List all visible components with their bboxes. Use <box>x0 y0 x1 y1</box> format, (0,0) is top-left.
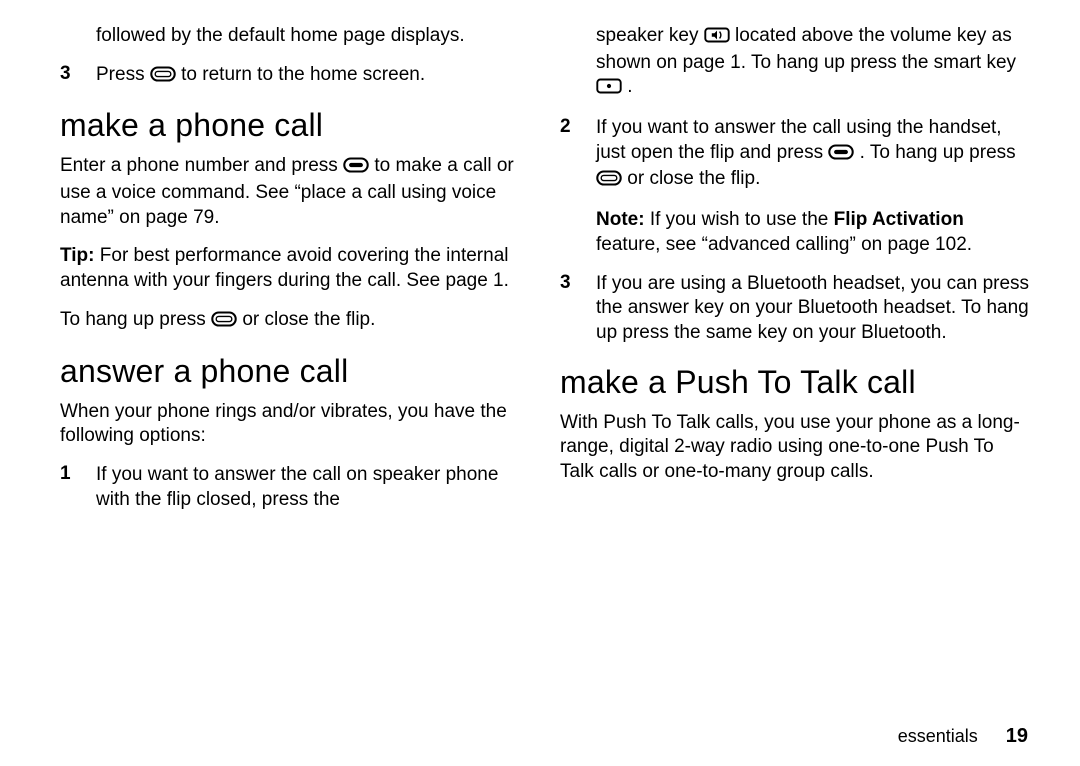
dot-key-icon <box>596 77 622 102</box>
list-item-3-bluetooth: 3 If you are using a Bluetooth headset, … <box>560 272 1032 346</box>
page-footer: essentials 19 <box>60 725 1032 748</box>
text-segment: Press <box>96 64 150 85</box>
list-number: 1 <box>60 463 96 485</box>
note-paragraph: Note: If you wish to use the Flip Activa… <box>596 208 1032 257</box>
list-body: If you are using a Bluetooth headset, yo… <box>596 272 1032 346</box>
text-segment: For best performance avoid covering the … <box>60 245 509 291</box>
text-segment: or close the flip. <box>627 168 760 189</box>
flip-activation-label: Flip Activation <box>834 209 964 230</box>
text-segment: feature, see “advanced calling” on page … <box>596 234 972 255</box>
text-segment: Enter a phone number and press <box>60 155 343 176</box>
list-body: If you want to answer the call using the… <box>596 116 1032 194</box>
pill-dash-key-icon <box>828 143 854 168</box>
text-segment: to return to the home screen. <box>181 64 425 85</box>
speaker-key-icon <box>704 26 730 51</box>
text-segment: or close the flip. <box>242 309 375 330</box>
list-item-1-speaker: 1 If you want to answer the call on spea… <box>60 463 532 512</box>
pill-key-icon <box>150 65 176 90</box>
footer-section-label: essentials <box>898 726 978 747</box>
text-segment: If you wish to use the <box>650 209 834 230</box>
heading-push-to-talk: make a Push To Talk call <box>560 364 1032 401</box>
list-body: If you want to answer the call on speake… <box>96 463 532 512</box>
pill-dash-key-icon <box>343 156 369 181</box>
make-call-paragraph: Enter a phone number and press to make a… <box>60 154 532 230</box>
tip-label: Tip: <box>60 245 94 266</box>
continuation-paragraph: speaker key located above the volume key… <box>596 24 1032 102</box>
left-column: followed by the default home page displa… <box>60 24 532 526</box>
text-segment: speaker key <box>596 25 704 46</box>
list-number: 3 <box>60 63 96 85</box>
footer-page-number: 19 <box>1006 725 1028 748</box>
list-number: 2 <box>560 116 596 138</box>
ptt-intro: With Push To Talk calls, you use your ph… <box>560 411 1032 485</box>
list-number: 3 <box>560 272 596 294</box>
text-segment: . <box>627 76 632 97</box>
list-body: Press to return to the home screen. <box>96 63 532 90</box>
tip-paragraph: Tip: For best performance avoid covering… <box>60 244 532 293</box>
two-column-layout: followed by the default home page displa… <box>60 24 1032 526</box>
pill-key-icon <box>211 310 237 335</box>
hang-up-paragraph: To hang up press or close the flip. <box>60 308 532 335</box>
right-column: speaker key located above the volume key… <box>560 24 1032 526</box>
text-segment: To hang up press <box>60 309 211 330</box>
list-item-2-handset: 2 If you want to answer the call using t… <box>560 116 1032 194</box>
continuation-paragraph: followed by the default home page displa… <box>96 24 532 49</box>
list-item-3-home: 3 Press to return to the home screen. <box>60 63 532 90</box>
heading-make-call: make a phone call <box>60 107 532 144</box>
text-segment: . To hang up press <box>860 142 1016 163</box>
answer-intro: When your phone rings and/or vibrates, y… <box>60 400 532 449</box>
heading-answer-call: answer a phone call <box>60 353 532 390</box>
manual-page: followed by the default home page displa… <box>0 0 1080 766</box>
pill-key-icon <box>596 169 622 194</box>
note-label: Note: <box>596 209 645 230</box>
